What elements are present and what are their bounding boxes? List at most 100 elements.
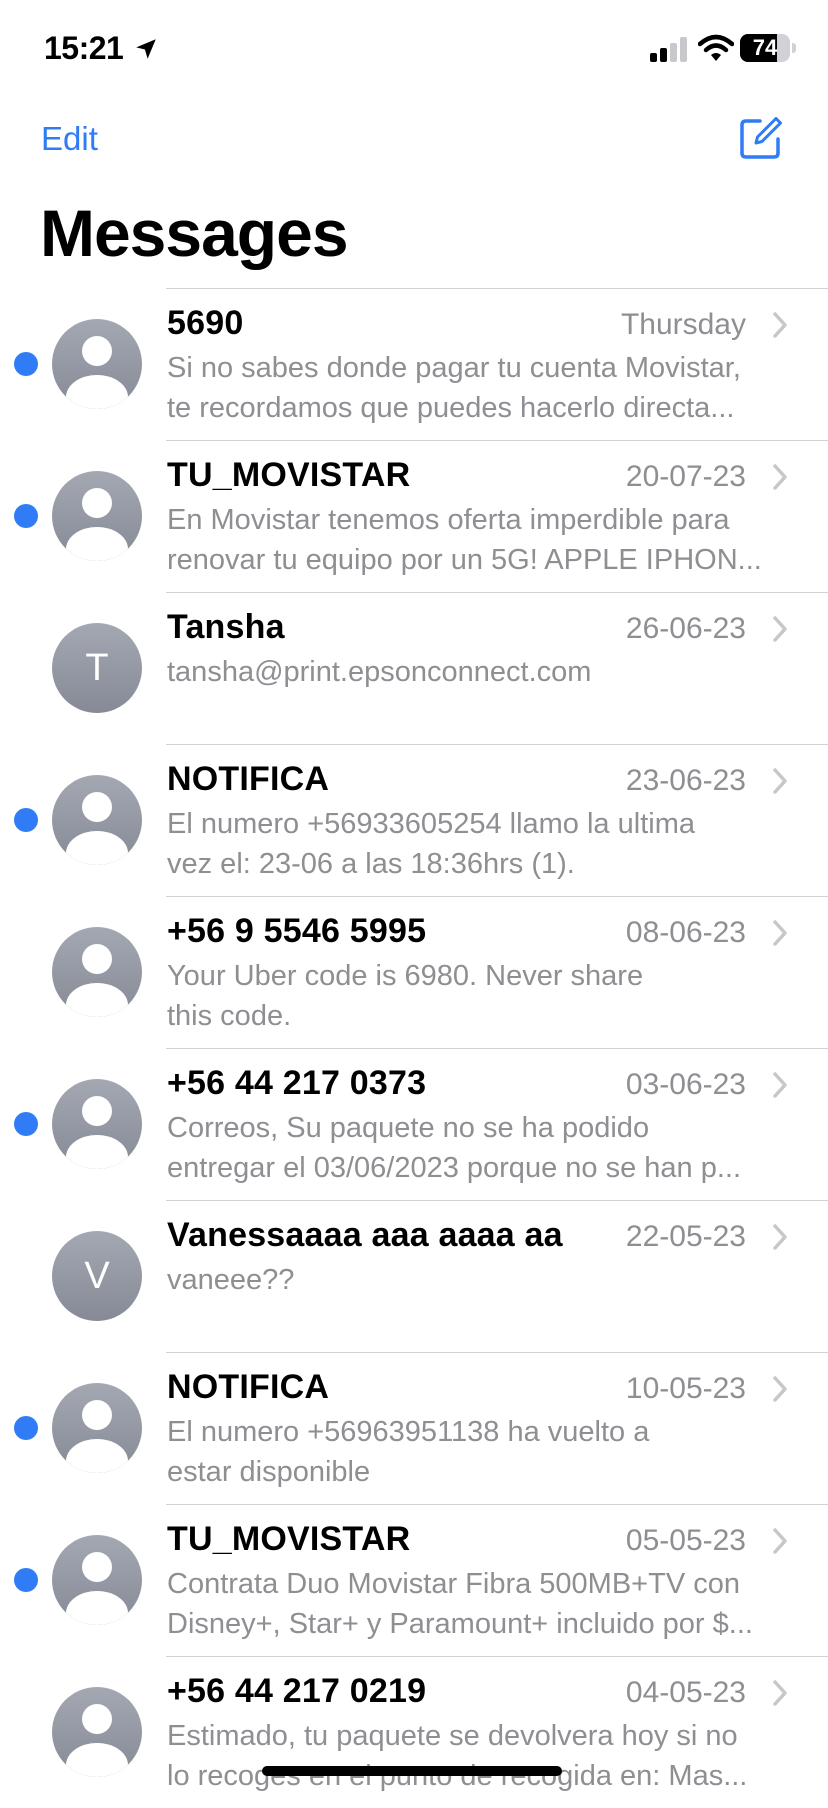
preview-line: entregar el 03/06/2023 porque no se han … [167,1152,741,1184]
message-preview: Estimado, tu paquete se devolvera hoy si… [167,1716,787,1796]
message-date: 20-07-23 [625,460,746,493]
person-icon [52,1383,142,1473]
message-date: 26-06-23 [625,612,746,645]
edit-button[interactable]: Edit [41,120,98,158]
person-icon [52,1687,142,1777]
message-preview: Contrata Duo Movistar Fibra 500MB+TV con… [167,1564,787,1644]
preview-line: te recordamos que puedes hacerlo directa… [167,392,735,424]
sender-name: NOTIFICA [167,760,330,798]
row-separator [166,1048,828,1049]
preview-line: renovar tu equipo por un 5G! APPLE IPHON… [167,544,762,576]
sender-name: +56 44 217 0219 [167,1672,427,1710]
message-date: 08-06-23 [625,916,746,949]
message-date: 22-05-23 [625,1220,746,1253]
preview-line: Estimado, tu paquete se devolvera hoy si… [167,1720,738,1752]
sender-name: +56 44 217 0373 [167,1064,427,1102]
unread-indicator [14,808,38,832]
preview-line: vaneee?? [167,1264,295,1296]
person-icon [52,1079,142,1169]
chevron-right-icon [773,1072,787,1098]
conversation-row[interactable]: +56 44 217 0219 04-05-23 Estimado, tu paqu… [0,1656,828,1808]
person-icon [52,1535,142,1625]
preview-line: this code. [167,1000,292,1032]
wifi-icon [698,34,734,61]
row-separator [166,744,828,745]
conversation-row[interactable]: +56 9 5546 5995 08-06-23 Your Uber code is… [0,896,828,1048]
chevron-right-icon [773,1376,787,1402]
unread-indicator [14,1112,38,1136]
chevron-right-icon [773,920,787,946]
chevron-right-icon [773,1224,787,1250]
unread-indicator [14,1568,38,1592]
chevron-right-icon [773,464,787,490]
person-icon [52,319,142,409]
message-date: 05-05-23 [625,1524,746,1557]
row-separator [166,1352,828,1353]
battery-icon: 74 [740,34,790,62]
chevron-right-icon [773,616,787,642]
message-preview: vaneee?? [167,1260,787,1300]
conversation-row[interactable]: NOTIFICA 10-05-23 El numero +56963951138 h… [0,1352,828,1504]
sender-name: NOTIFICA [167,1368,330,1406]
conversation-row[interactable]: +56 44 217 0373 03-06-23 Correos, Su paque… [0,1048,828,1200]
cellular-signal-icon [650,36,690,62]
unread-indicator [14,352,38,376]
chevron-right-icon [773,768,787,794]
unread-indicator [14,1416,38,1440]
person-icon [52,775,142,865]
preview-line: Contrata Duo Movistar Fibra 500MB+TV con [167,1568,740,1600]
conversation-row[interactable]: TU_MOVISTAR 05-05-23 Contrata Duo Movistar… [0,1504,828,1656]
message-preview: Correos, Su paquete no se ha podido entre… [167,1108,787,1188]
avatar-initial: V [84,1255,110,1297]
unread-indicator [14,504,38,528]
row-separator [166,440,828,441]
preview-line: En Movistar tenemos oferta imperdible pa… [167,504,730,536]
preview-line: estar disponible [167,1456,371,1488]
preview-line: El numero +56933605254 llamo la ultima [167,808,695,840]
sender-name: Vanessaaaa aaa aaaa aa [167,1216,563,1254]
conversation-row[interactable]: NOTIFICA 23-06-23 El numero +56933605254 l… [0,744,828,896]
conversation-row[interactable]: 5690 Thursday Si no sabes donde pagar tu c… [0,288,828,440]
message-preview: tansha@print.epsonconnect.com [167,652,787,692]
preview-line: Your Uber code is 6980. Never share [167,960,644,992]
row-separator [166,592,828,593]
message-preview: En Movistar tenemos oferta imperdible pa… [167,500,787,580]
preview-line: Si no sabes donde pagar tu cuenta Movist… [167,352,741,384]
status-bar: 15:21 74 [0,0,828,100]
message-date: 23-06-23 [625,764,746,797]
compose-icon[interactable] [738,115,784,161]
row-separator [166,1656,828,1657]
message-preview: El numero +56963951138 ha vuelto a estar … [167,1412,787,1492]
preview-line: tansha@print.epsonconnect.com [167,656,592,688]
conversation-row[interactable]: TU_MOVISTAR 20-07-23 En Movistar tenemos o… [0,440,828,592]
sender-name: 5690 [167,304,244,342]
message-date: 04-05-23 [625,1676,746,1709]
chevron-right-icon [773,312,787,338]
sender-name: Tansha [167,608,285,646]
status-time: 15:21 [44,30,124,66]
contact-avatar: T [52,623,142,713]
preview-line: Correos, Su paquete no se ha podido [167,1112,650,1144]
battery-level: 74 [752,35,778,60]
chevron-right-icon [773,1528,787,1554]
row-separator [166,1200,828,1201]
chevron-right-icon [773,1680,787,1706]
preview-line: vez el: 23-06 a las 18:36hrs (1). [167,848,575,880]
conversation-row[interactable]: V Vanessaaaa aaa aaaa aa 22-05-23 vaneee?? [0,1200,828,1352]
message-date: 03-06-23 [625,1068,746,1101]
page-title: Messages [40,196,349,270]
contact-avatar: V [52,1231,142,1321]
message-date: 10-05-23 [625,1372,746,1405]
preview-line: lo recoges en el punto de recogida en: M… [167,1760,748,1792]
preview-line: Disney+, Star+ y Paramount+ incluido por… [167,1608,753,1640]
row-separator [166,896,828,897]
conversation-row[interactable]: T Tansha 26-06-23 tansha@print.epsonconnect… [0,592,828,744]
person-icon [52,927,142,1017]
home-indicator[interactable] [262,1766,562,1776]
row-separator [166,288,828,289]
message-preview: El numero +56933605254 llamo la ultima ve… [167,804,787,884]
row-separator [166,1504,828,1505]
message-date: Thursday [620,308,746,341]
sender-name: TU_MOVISTAR [167,1520,411,1558]
preview-line: El numero +56963951138 ha vuelto a [167,1416,650,1448]
